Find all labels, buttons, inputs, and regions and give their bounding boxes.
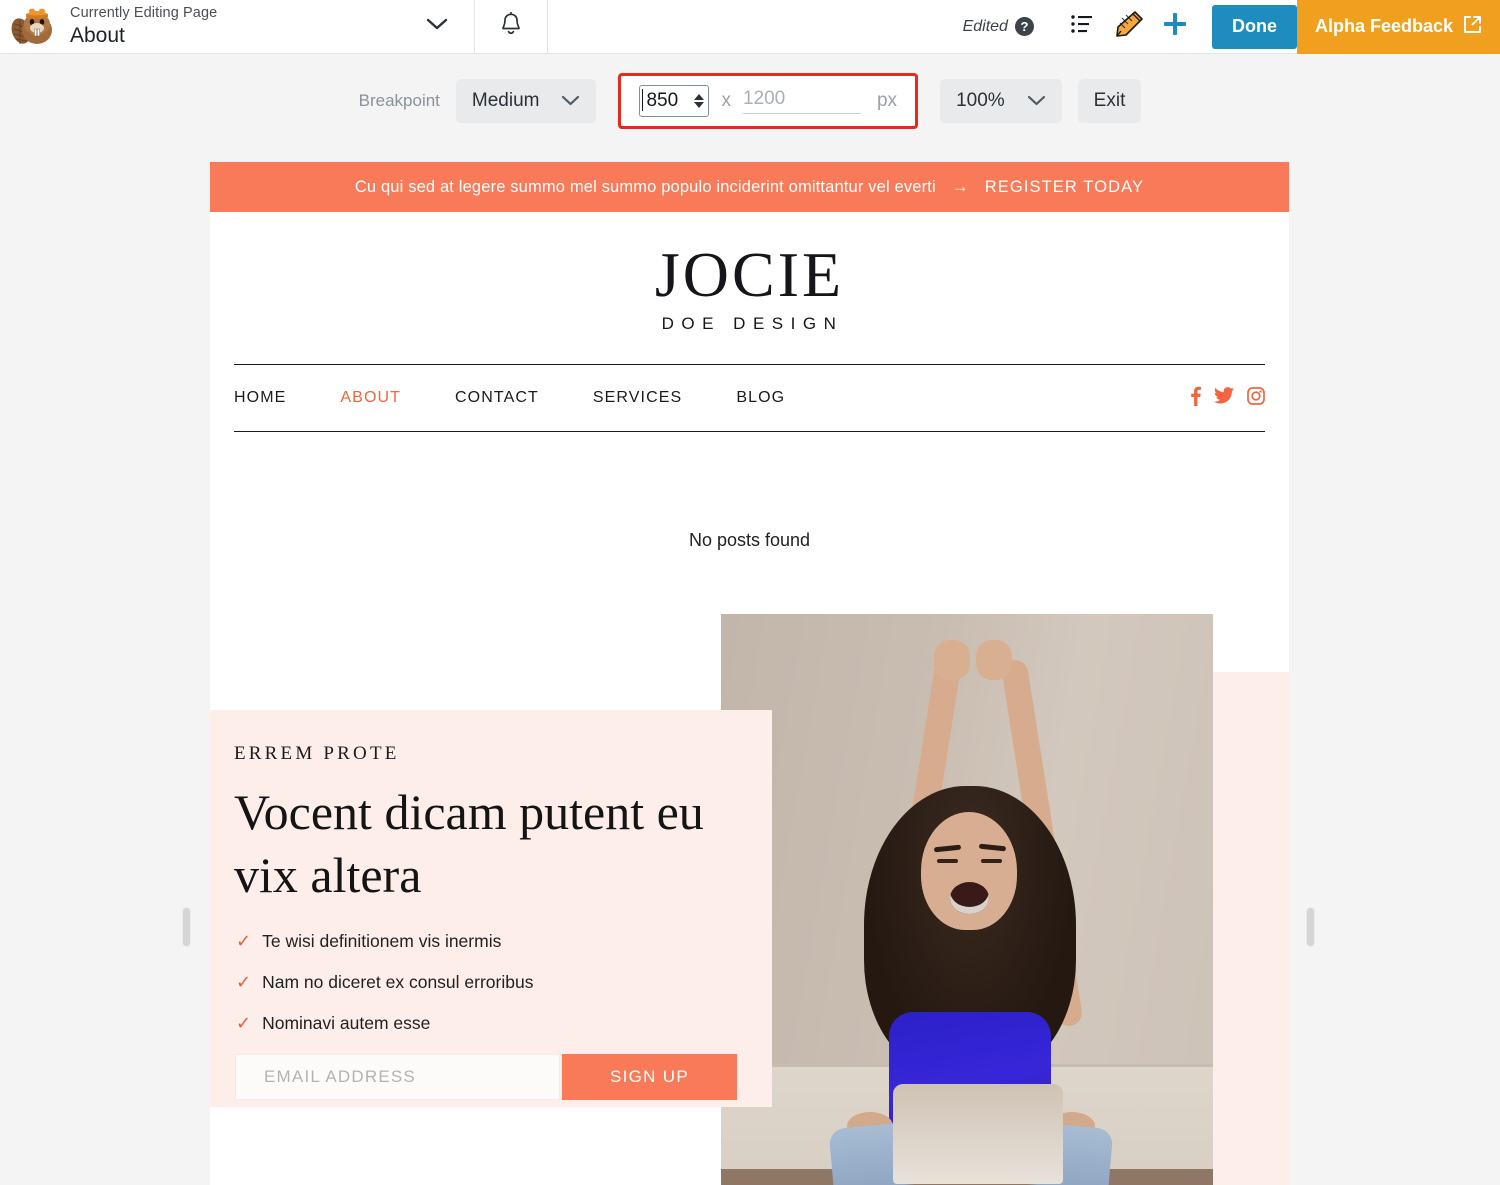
photo-eye-left xyxy=(937,859,958,863)
page-title: About xyxy=(70,24,426,48)
signup-button[interactable]: SIGN UP xyxy=(562,1054,737,1100)
announcement-bar: Cu qui sed at legere summo mel summo pop… xyxy=(210,162,1289,212)
photo-fist-left xyxy=(934,640,970,680)
custom-size-group: 850 x 1200 px xyxy=(618,73,918,129)
photo-laptop xyxy=(893,1084,1063,1184)
breakpoint-width-value: 850 xyxy=(646,90,694,112)
cta-card: ERREM PROTE Vocent dicam putent eu vix a… xyxy=(210,710,772,1107)
site-navigation: HOME ABOUT CONTACT SERVICES BLOG xyxy=(234,364,1265,432)
width-stepper[interactable] xyxy=(694,94,706,108)
photo-fist-right xyxy=(976,640,1012,680)
no-posts-message: No posts found xyxy=(210,432,1289,551)
list-item: ✓ Nam no diceret ex consul erroribus xyxy=(236,972,772,993)
add-content-button[interactable] xyxy=(1152,0,1198,54)
list-item: ✓ Te wisi definitionem vis inermis xyxy=(236,931,772,952)
nav-item-home[interactable]: HOME xyxy=(234,389,286,407)
cta-bullet-text: Te wisi definitionem vis inermis xyxy=(262,931,501,952)
bell-icon xyxy=(500,12,522,42)
edited-status: Edited ? xyxy=(963,17,1034,36)
page-selector[interactable]: Currently Editing Page About xyxy=(0,0,475,54)
plus-icon xyxy=(1161,10,1189,43)
chevron-down-icon xyxy=(561,90,580,112)
alpha-feedback-button[interactable]: Alpha Feedback xyxy=(1297,0,1500,54)
exit-preview-button[interactable]: Exit xyxy=(1078,79,1142,123)
list-item: ✓ Nominavi autem esse xyxy=(236,1013,772,1034)
logo-tagline: DOE DESIGN xyxy=(656,314,844,334)
nav-item-services[interactable]: SERVICES xyxy=(593,389,682,407)
editor-top-bar: Currently Editing Page About Edited ? xyxy=(0,0,1500,54)
stepper-down-icon[interactable] xyxy=(694,102,704,108)
photo-mouth xyxy=(950,882,989,914)
register-today-link[interactable]: REGISTER TODAY xyxy=(985,178,1144,197)
resize-handle-left[interactable] xyxy=(183,908,190,946)
theme-styles-button[interactable] xyxy=(1106,0,1152,54)
chevron-down-icon[interactable] xyxy=(426,18,448,36)
outline-list-icon xyxy=(1070,12,1095,41)
notifications-button[interactable] xyxy=(475,0,548,54)
alpha-feedback-label: Alpha Feedback xyxy=(1315,16,1453,37)
announcement-message: Cu qui sed at legere summo mel summo pop… xyxy=(355,178,936,197)
zoom-value: 100% xyxy=(956,90,1005,112)
cta-kicker: ERREM PROTE xyxy=(234,743,772,765)
check-icon: ✓ xyxy=(236,1013,251,1034)
editing-kicker: Currently Editing Page xyxy=(70,5,426,22)
done-button[interactable]: Done xyxy=(1212,5,1297,49)
site-logo[interactable]: JOCIE DOE DESIGN xyxy=(210,212,1289,364)
page-meta: Currently Editing Page About xyxy=(70,5,426,48)
site-preview-frame: Cu qui sed at legere summo mel summo pop… xyxy=(210,162,1289,1185)
nav-items: HOME ABOUT CONTACT SERVICES BLOG xyxy=(234,389,1189,407)
social-links xyxy=(1189,386,1265,411)
external-link-icon xyxy=(1463,15,1482,39)
facebook-icon[interactable] xyxy=(1189,386,1201,411)
paint-brush-icon xyxy=(1114,10,1144,43)
preview-canvas: Cu qui sed at legere summo mel summo pop… xyxy=(0,147,1500,1185)
nav-item-about[interactable]: ABOUT xyxy=(340,389,401,407)
breakpoint-size-value: Medium xyxy=(472,90,540,112)
help-icon[interactable]: ? xyxy=(1015,17,1034,36)
photo-eye-right xyxy=(981,859,1002,863)
breakpoint-height-input[interactable]: 1200 xyxy=(743,88,861,114)
cta-bullet-text: Nam no diceret ex consul erroribus xyxy=(262,972,533,993)
signup-form: EMAIL ADDRESS SIGN UP xyxy=(235,1054,772,1100)
instagram-icon[interactable] xyxy=(1247,387,1265,410)
chevron-down-icon xyxy=(1027,90,1046,112)
cta-bullet-text: Nominavi autem esse xyxy=(262,1013,430,1034)
breakpoint-size-select[interactable]: Medium xyxy=(456,79,597,123)
arrow-right-icon: → xyxy=(952,177,969,197)
logo-wordmark: JOCIE xyxy=(655,243,844,307)
check-icon: ✓ xyxy=(236,931,251,952)
edited-label: Edited xyxy=(963,18,1008,36)
nav-item-blog[interactable]: BLOG xyxy=(736,389,785,407)
breakpoint-toolbar: Breakpoint Medium 850 x 1200 px 100% Exi… xyxy=(0,54,1500,147)
resize-handle-right[interactable] xyxy=(1307,908,1314,946)
hero-photo[interactable] xyxy=(721,614,1213,1185)
outline-button[interactable] xyxy=(1060,0,1106,54)
nav-item-contact[interactable]: CONTACT xyxy=(455,389,539,407)
cta-heading: Vocent dicam putent eu vix altera xyxy=(234,781,714,907)
dimension-separator: x xyxy=(721,90,731,112)
twitter-icon[interactable] xyxy=(1214,387,1234,409)
accent-strip-right xyxy=(1213,672,1289,1185)
stepper-up-icon[interactable] xyxy=(694,94,704,100)
cta-bullet-list: ✓ Te wisi definitionem vis inermis ✓ Nam… xyxy=(236,931,772,1034)
breakpoint-width-input[interactable]: 850 xyxy=(639,85,709,117)
check-icon: ✓ xyxy=(236,972,251,993)
unit-label: px xyxy=(877,90,897,112)
email-input[interactable]: EMAIL ADDRESS xyxy=(235,1054,560,1100)
beaver-builder-logo xyxy=(8,4,56,50)
breakpoint-label: Breakpoint xyxy=(359,91,440,111)
zoom-select[interactable]: 100% xyxy=(940,79,1062,123)
